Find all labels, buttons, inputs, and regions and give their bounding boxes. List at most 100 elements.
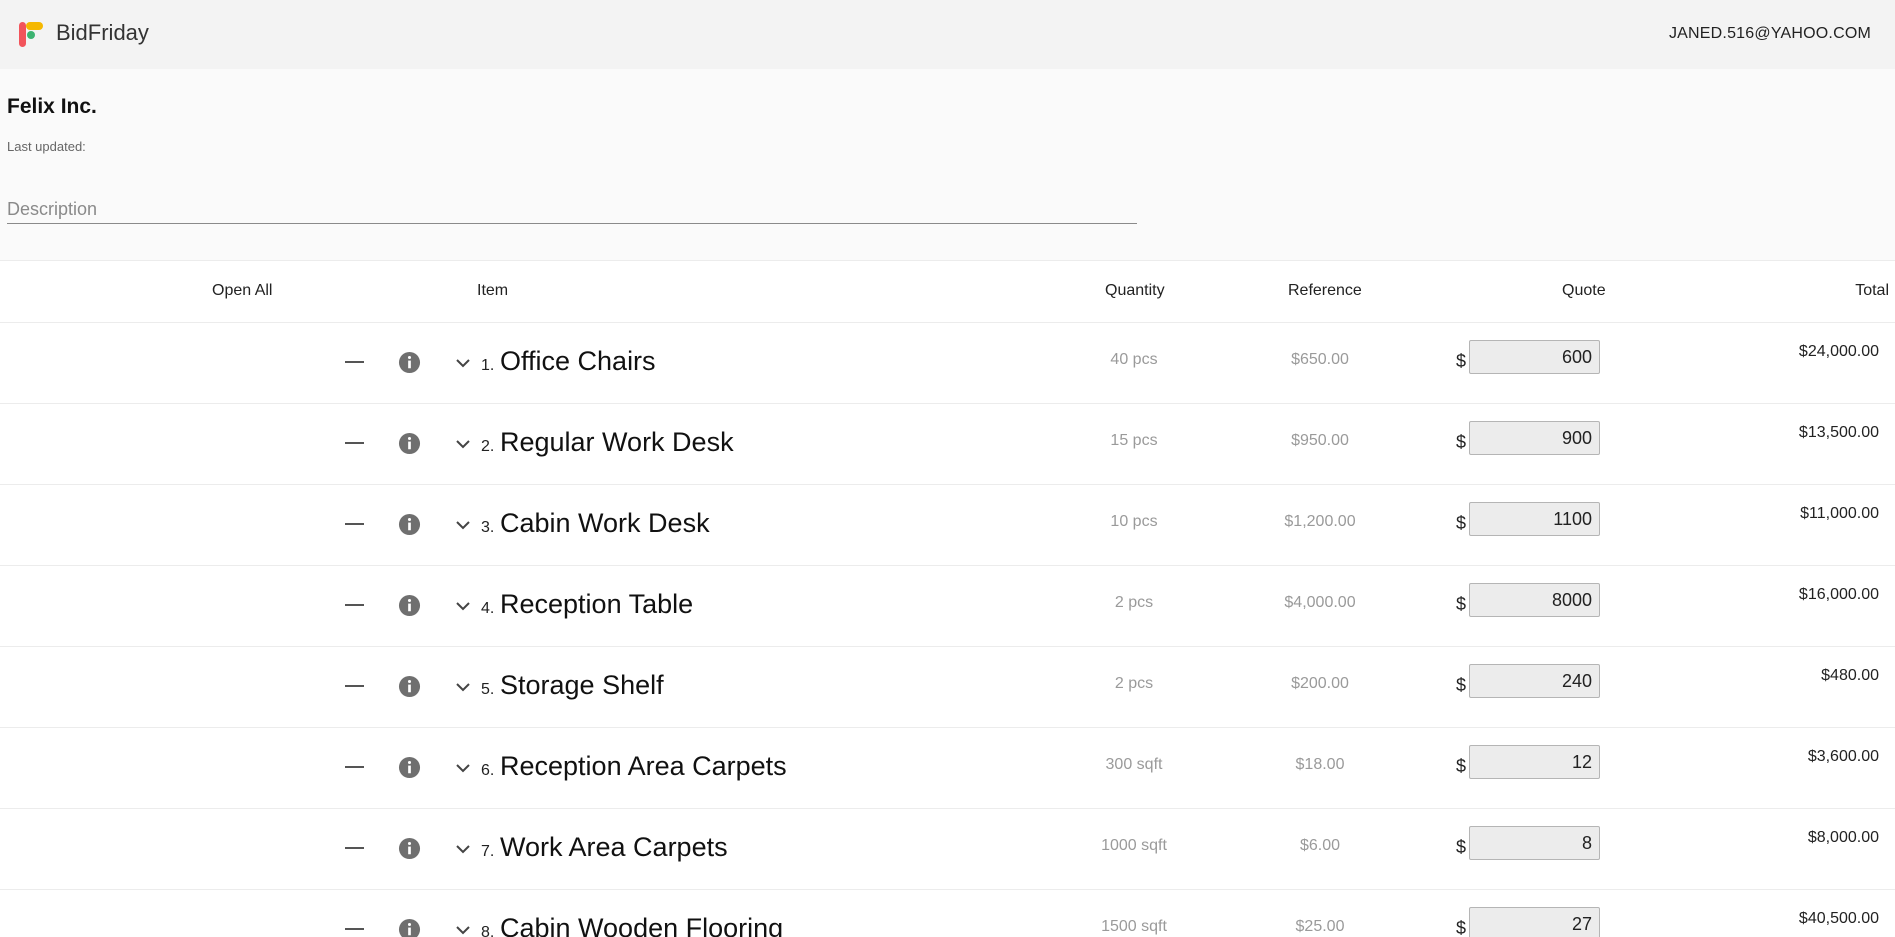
currency-symbol: $ bbox=[1456, 675, 1467, 695]
item-reference-price: $650.00 bbox=[1291, 351, 1349, 368]
remove-item-icon[interactable] bbox=[345, 847, 364, 849]
currency-symbol: $ bbox=[1456, 756, 1467, 776]
item-index: 3. bbox=[481, 519, 495, 536]
quote-input[interactable] bbox=[1469, 421, 1600, 455]
bidfriday-logo-icon[interactable] bbox=[18, 20, 46, 48]
chevron-down-icon[interactable] bbox=[455, 520, 471, 530]
item-quantity: 2 pcs bbox=[1114, 675, 1154, 692]
item-index: 8. bbox=[481, 924, 495, 937]
table-row: 6. Reception Area Carpets 300 sqft $18.0… bbox=[0, 728, 1895, 809]
item-index: 6. bbox=[481, 762, 495, 779]
item-name: Cabin Wooden Flooring bbox=[500, 913, 784, 937]
remove-item-icon[interactable] bbox=[345, 523, 364, 525]
quote-input[interactable] bbox=[1469, 907, 1600, 937]
quote-input[interactable] bbox=[1469, 502, 1600, 536]
remove-item-icon[interactable] bbox=[345, 928, 364, 930]
item-total: $16,000.00 bbox=[1798, 586, 1879, 603]
quote-input[interactable] bbox=[1469, 664, 1600, 698]
chevron-down-icon[interactable] bbox=[455, 439, 471, 449]
item-name: Cabin Work Desk bbox=[500, 508, 710, 538]
top-app-bar: BidFriday JANED.516@YAHOO.COM bbox=[0, 0, 1895, 69]
remove-item-icon[interactable] bbox=[345, 361, 364, 363]
item-total: $480.00 bbox=[1821, 667, 1879, 684]
chevron-down-icon[interactable] bbox=[455, 844, 471, 854]
item-reference-price: $950.00 bbox=[1291, 432, 1349, 449]
info-icon[interactable] bbox=[398, 513, 421, 536]
chevron-down-icon[interactable] bbox=[455, 358, 471, 368]
table-row: 2. Regular Work Desk 15 pcs $950.00 $ $1… bbox=[0, 404, 1895, 485]
info-icon[interactable] bbox=[398, 756, 421, 779]
item-quantity: 10 pcs bbox=[1110, 513, 1158, 530]
items-table: Open All Item Quantity Reference Quote T… bbox=[0, 260, 1895, 937]
item-quantity: 2 pcs bbox=[1114, 594, 1154, 611]
remove-item-icon[interactable] bbox=[345, 685, 364, 687]
item-reference-price: $200.00 bbox=[1291, 675, 1349, 692]
table-row: 5. Storage Shelf 2 pcs $200.00 $ $480.00 bbox=[0, 647, 1895, 728]
description-input[interactable] bbox=[7, 196, 1137, 224]
remove-item-icon[interactable] bbox=[345, 766, 364, 768]
project-title: Felix Inc. bbox=[7, 95, 97, 118]
table-header-row: Open All Item Quantity Reference Quote T… bbox=[0, 261, 1895, 323]
currency-symbol: $ bbox=[1456, 918, 1467, 937]
open-all-button[interactable]: Open All bbox=[212, 282, 272, 300]
item-index: 2. bbox=[481, 438, 495, 455]
chevron-down-icon[interactable] bbox=[455, 763, 471, 773]
table-row: 4. Reception Table 2 pcs $4,000.00 $ $16… bbox=[0, 566, 1895, 647]
user-account-email[interactable]: JANED.516@YAHOO.COM bbox=[1669, 25, 1871, 43]
last-updated-label: Last updated: bbox=[7, 139, 86, 154]
item-index: 4. bbox=[481, 600, 495, 617]
item-reference-price: $18.00 bbox=[1295, 756, 1345, 773]
item-column-header: Item bbox=[477, 282, 509, 299]
info-icon[interactable] bbox=[398, 837, 421, 860]
info-icon[interactable] bbox=[398, 918, 421, 937]
item-name: Regular Work Desk bbox=[500, 427, 734, 457]
item-index: 7. bbox=[481, 843, 495, 860]
item-name: Storage Shelf bbox=[500, 670, 664, 700]
info-icon[interactable] bbox=[398, 351, 421, 374]
item-reference-price: $1,200.00 bbox=[1284, 513, 1356, 530]
item-total: $11,000.00 bbox=[1800, 505, 1879, 522]
item-quantity: 1500 sqft bbox=[1101, 918, 1167, 935]
item-name: Reception Table bbox=[500, 589, 694, 619]
item-quantity: 300 sqft bbox=[1105, 756, 1163, 773]
info-icon[interactable] bbox=[398, 432, 421, 455]
table-row: 8. Cabin Wooden Flooring 1500 sqft $25.0… bbox=[0, 890, 1895, 937]
item-total: $13,500.00 bbox=[1798, 424, 1879, 441]
chevron-down-icon[interactable] bbox=[455, 682, 471, 692]
quote-column-header: Quote bbox=[1562, 282, 1606, 299]
item-index: 1. bbox=[481, 357, 495, 374]
info-icon[interactable] bbox=[398, 675, 421, 698]
currency-symbol: $ bbox=[1456, 513, 1467, 533]
item-name: Office Chairs bbox=[500, 346, 656, 376]
chevron-down-icon[interactable] bbox=[455, 925, 471, 935]
quote-input[interactable] bbox=[1469, 745, 1600, 779]
item-reference-price: $4,000.00 bbox=[1284, 594, 1356, 611]
quantity-column-header: Quantity bbox=[1105, 282, 1165, 299]
quote-input[interactable] bbox=[1469, 583, 1600, 617]
currency-symbol: $ bbox=[1456, 351, 1467, 371]
quote-input[interactable] bbox=[1469, 826, 1600, 860]
table-row: 1. Office Chairs 40 pcs $650.00 $ $24,00… bbox=[0, 323, 1895, 404]
currency-symbol: $ bbox=[1456, 594, 1467, 614]
brand-name[interactable]: BidFriday bbox=[56, 20, 149, 46]
item-quantity: 1000 sqft bbox=[1101, 837, 1167, 854]
info-icon[interactable] bbox=[398, 594, 421, 617]
currency-symbol: $ bbox=[1456, 837, 1467, 857]
item-total: $8,000.00 bbox=[1807, 829, 1879, 846]
total-column-header: Total bbox=[1855, 282, 1889, 299]
chevron-down-icon[interactable] bbox=[455, 601, 471, 611]
item-quantity: 40 pcs bbox=[1110, 351, 1158, 368]
table-row: 7. Work Area Carpets 1000 sqft $6.00 $ $… bbox=[0, 809, 1895, 890]
item-quantity: 15 pcs bbox=[1110, 432, 1158, 449]
item-total: $3,600.00 bbox=[1807, 748, 1879, 765]
item-index: 5. bbox=[481, 681, 495, 698]
item-total: $40,500.00 bbox=[1798, 910, 1879, 927]
remove-item-icon[interactable] bbox=[345, 604, 364, 606]
quote-input[interactable] bbox=[1469, 340, 1600, 374]
currency-symbol: $ bbox=[1456, 432, 1467, 452]
remove-item-icon[interactable] bbox=[345, 442, 364, 444]
item-name: Work Area Carpets bbox=[500, 832, 728, 862]
item-reference-price: $25.00 bbox=[1295, 918, 1345, 935]
reference-column-header: Reference bbox=[1288, 282, 1362, 299]
table-row: 3. Cabin Work Desk 10 pcs $1,200.00 $ $1… bbox=[0, 485, 1895, 566]
